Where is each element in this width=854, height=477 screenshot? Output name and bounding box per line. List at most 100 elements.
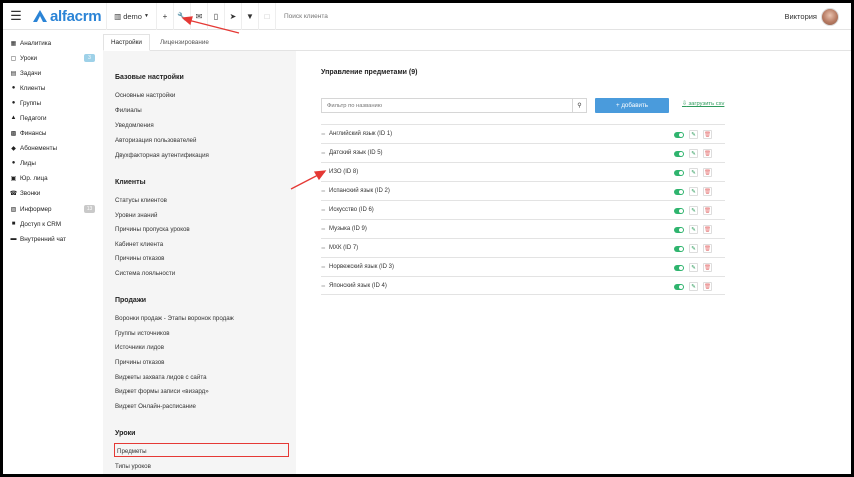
sidebar-item-crm-access[interactable]: ■ Доступ к CRM xyxy=(9,217,97,231)
sidebar-item-lessons[interactable]: ▢ Уроки 3 xyxy=(9,51,97,65)
delete-icon[interactable]: 🗑 xyxy=(703,244,712,253)
edit-icon[interactable]: ✎ xyxy=(689,187,698,196)
list-item[interactable]: ⚌ Музыка (ID 9) ✎ 🗑 xyxy=(321,219,725,238)
sidebar-item-teachers[interactable]: ▲ Педагоги xyxy=(9,111,97,125)
client-search-input[interactable] xyxy=(284,12,464,20)
drag-handle-icon[interactable]: ⚌ xyxy=(321,283,327,289)
list-item[interactable]: ⚌ Испанский язык (ID 2) ✎ 🗑 xyxy=(321,181,725,200)
drag-handle-icon[interactable]: ⚌ xyxy=(321,188,327,194)
add-subject-button[interactable]: + добавить xyxy=(595,98,669,113)
delete-icon[interactable]: 🗑 xyxy=(703,282,712,291)
settings-link[interactable]: Филиалы xyxy=(115,107,142,114)
lock-icon[interactable]: □ xyxy=(258,3,275,30)
tab-settings[interactable]: Настройки xyxy=(103,34,150,51)
sidebar-item-leads[interactable]: ● Лиды xyxy=(9,156,97,170)
delete-icon[interactable]: 🗑 xyxy=(703,130,712,139)
list-item[interactable]: ⚌ Норвежский язык (ID 3) ✎ 🗑 xyxy=(321,257,725,276)
edit-icon[interactable]: ✎ xyxy=(689,168,698,177)
plus-icon[interactable]: + xyxy=(156,3,173,30)
delete-icon[interactable]: 🗑 xyxy=(703,206,712,215)
sidebar-item-finance[interactable]: ▩ Финансы xyxy=(9,126,97,140)
upload-csv-link[interactable]: ⇩ загрузить csv xyxy=(682,101,724,107)
settings-link[interactable]: Причины отказов xyxy=(115,255,164,262)
settings-link[interactable]: Уровни знаний xyxy=(115,212,157,219)
active-toggle[interactable] xyxy=(674,245,684,252)
edit-icon[interactable]: ✎ xyxy=(689,282,698,291)
settings-link[interactable]: Типы уроков xyxy=(115,463,151,470)
settings-link[interactable]: Двухфакторная аутентификация xyxy=(115,152,209,159)
edit-icon[interactable]: ✎ xyxy=(689,263,698,272)
sidebar-item-analytics[interactable]: ▦ Аналитика xyxy=(9,36,97,50)
list-item[interactable]: ⚌ МХК (ID 7) ✎ 🗑 xyxy=(321,238,725,257)
edit-icon[interactable]: ✎ xyxy=(689,149,698,158)
active-toggle[interactable] xyxy=(674,150,684,157)
delete-icon[interactable]: 🗑 xyxy=(703,225,712,234)
drag-handle-icon[interactable]: ⚌ xyxy=(321,207,327,213)
tab-licensing[interactable]: Лицензирование xyxy=(153,34,216,51)
active-toggle[interactable] xyxy=(674,283,684,290)
settings-link[interactable]: Виджет формы записи «визард» xyxy=(115,388,209,395)
drag-handle-icon[interactable]: ⚌ xyxy=(321,150,327,156)
settings-link[interactable]: Воронки продаж - Этапы воронок продаж xyxy=(115,315,234,322)
active-toggle[interactable] xyxy=(674,207,684,214)
drag-handle-icon[interactable]: ⚌ xyxy=(321,131,327,137)
branch-selector[interactable]: ▥ demo ▼ xyxy=(106,3,156,30)
settings-link[interactable]: Система лояльности xyxy=(115,270,175,277)
sidebar-item-informer[interactable]: ▨ Информер 13 xyxy=(9,202,97,216)
sidebar-item-internal-chat[interactable]: ▬ Внутренний чат xyxy=(9,232,97,246)
settings-link[interactable]: Виджет Онлайн-расписание xyxy=(115,403,196,410)
drag-handle-icon[interactable]: ⚌ xyxy=(321,226,327,232)
drag-handle-icon[interactable]: ⚌ xyxy=(321,169,327,175)
active-toggle[interactable] xyxy=(674,264,684,271)
active-toggle[interactable] xyxy=(674,188,684,195)
settings-link[interactable]: Уведомления xyxy=(115,122,154,129)
sidebar-item-calls[interactable]: ☎ Звонки xyxy=(9,186,97,200)
client-search[interactable] xyxy=(275,3,475,30)
settings-link[interactable]: Статусы клиентов xyxy=(115,197,167,204)
sidebar-item-tasks[interactable]: ▤ Задачи xyxy=(9,66,97,80)
brand-logo[interactable]: alfacrm xyxy=(33,3,106,30)
delete-icon[interactable]: 🗑 xyxy=(703,263,712,272)
search-icon[interactable]: ⚲ xyxy=(572,99,586,112)
mail-icon[interactable]: ✉ xyxy=(190,3,207,30)
sidebar-item-groups[interactable]: ● Группы xyxy=(9,96,97,110)
settings-link[interactable]: Авторизация пользователей xyxy=(115,137,196,144)
settings-link[interactable]: Группы источников xyxy=(115,330,170,337)
user-menu[interactable]: Виктория xyxy=(784,3,839,30)
send-icon[interactable]: ➤ xyxy=(224,3,241,30)
settings-link[interactable]: Причины отказов xyxy=(115,359,164,366)
list-item[interactable]: ⚌ ИЗО (ID 8) ✎ 🗑 xyxy=(321,162,725,181)
active-toggle[interactable] xyxy=(674,169,684,176)
settings-link[interactable]: Кабинет клиента xyxy=(115,241,163,248)
settings-link[interactable]: Виджеты захвата лидов с сайта xyxy=(115,374,207,381)
chart-icon: ▦ xyxy=(10,40,17,47)
active-toggle[interactable] xyxy=(674,131,684,138)
graduation-cap-icon: ▲ xyxy=(10,115,17,121)
sidebar-item-clients[interactable]: ● Клиенты xyxy=(9,81,97,95)
settings-link[interactable]: Основные настройки xyxy=(115,92,175,99)
filter-input[interactable] xyxy=(322,102,572,109)
settings-link[interactable]: Причины пропуска уроков xyxy=(115,226,190,233)
filter-icon[interactable]: ▼ xyxy=(241,3,258,30)
sidebar-item-legal-entities[interactable]: ▣ Юр. лица xyxy=(9,171,97,185)
drag-handle-icon[interactable]: ⚌ xyxy=(321,245,327,251)
phone-icon[interactable]: ▯ xyxy=(207,3,224,30)
wrench-icon[interactable]: 🔧 xyxy=(173,3,190,30)
settings-link[interactable]: Источники лидов xyxy=(115,344,164,351)
avatar[interactable] xyxy=(821,7,839,26)
edit-icon[interactable]: ✎ xyxy=(689,225,698,234)
delete-icon[interactable]: 🗑 xyxy=(703,168,712,177)
edit-icon[interactable]: ✎ xyxy=(689,244,698,253)
menu-icon[interactable]: ☰ xyxy=(5,3,27,30)
active-toggle[interactable] xyxy=(674,226,684,233)
list-item[interactable]: ⚌ Японский язык (ID 4) ✎ 🗑 xyxy=(321,276,725,295)
edit-icon[interactable]: ✎ xyxy=(689,130,698,139)
edit-icon[interactable]: ✎ xyxy=(689,206,698,215)
drag-handle-icon[interactable]: ⚌ xyxy=(321,264,327,270)
delete-icon[interactable]: 🗑 xyxy=(703,149,712,158)
list-item[interactable]: ⚌ Искусство (ID 6) ✎ 🗑 xyxy=(321,200,725,219)
delete-icon[interactable]: 🗑 xyxy=(703,187,712,196)
sidebar-item-subscriptions[interactable]: ◆ Абонементы xyxy=(9,141,97,155)
list-item[interactable]: ⚌ Датский язык (ID 5) ✎ 🗑 xyxy=(321,143,725,162)
list-item[interactable]: ⚌ Английский язык (ID 1) ✎ 🗑 xyxy=(321,124,725,143)
